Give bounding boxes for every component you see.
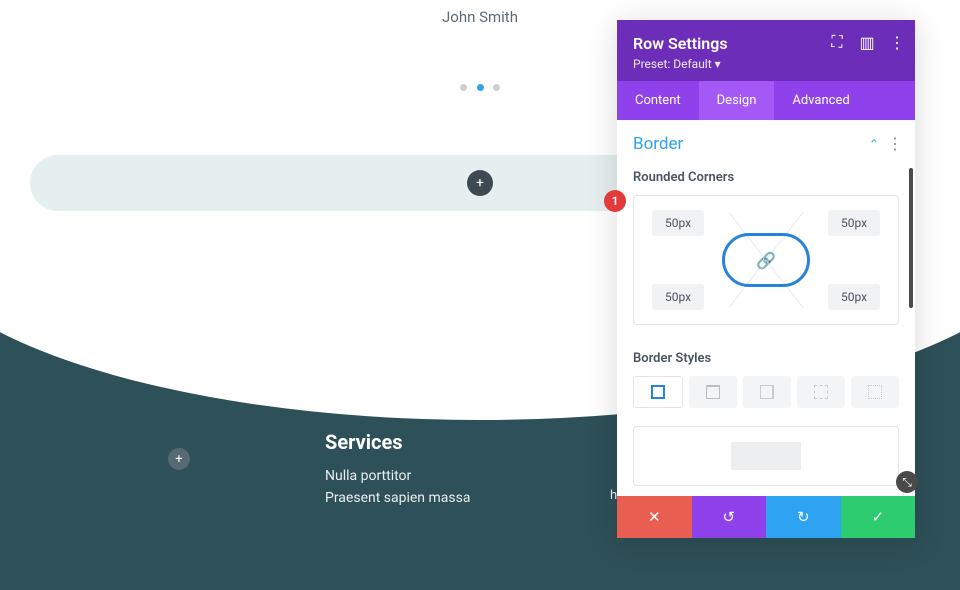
add-row-button[interactable]: + — [467, 170, 493, 196]
corner-tl-input[interactable] — [652, 210, 704, 236]
dot-active[interactable] — [477, 84, 484, 91]
link-icon[interactable]: 🔗 — [756, 251, 776, 270]
panel-scrollbar[interactable] — [909, 168, 913, 308]
border-styles-row — [617, 376, 915, 426]
add-module-button[interactable]: + — [168, 448, 190, 470]
services-block: Services Nulla porttitor Praesent sapien… — [325, 430, 470, 512]
corner-preview: 🔗 — [722, 233, 810, 287]
resize-handle-icon[interactable]: ⤡ — [896, 471, 918, 493]
preset-dropdown[interactable]: Preset: Default ▾ — [633, 57, 899, 71]
dot[interactable] — [460, 84, 467, 91]
rounded-corners-label: Rounded Corners — [617, 162, 915, 195]
panel-tabs: Content Design Advanced — [617, 81, 915, 120]
tab-advanced[interactable]: Advanced — [774, 81, 867, 120]
border-preview — [731, 442, 801, 470]
border-section-header[interactable]: Border ⌃ ⋮ — [617, 120, 915, 162]
expand-icon[interactable]: ⛶ — [829, 34, 845, 50]
corner-br-input[interactable] — [828, 284, 880, 310]
section-menu-icon[interactable]: ⋮ — [887, 134, 901, 153]
services-line: Nulla porttitor — [325, 468, 470, 484]
border-style-dashed[interactable] — [797, 376, 845, 408]
tab-content[interactable]: Content — [617, 81, 699, 120]
border-style-right[interactable] — [743, 376, 791, 408]
border-style-all[interactable] — [633, 376, 683, 408]
corner-bl-input[interactable] — [652, 284, 704, 310]
panel-actions: ✕ ↺ ↻ ✓ — [617, 496, 915, 538]
services-line: Praesent sapien massa — [325, 490, 470, 506]
border-width-control — [633, 426, 899, 486]
redo-button[interactable]: ↻ — [766, 496, 841, 538]
undo-button[interactable]: ↺ — [692, 496, 767, 538]
border-style-dotted[interactable] — [851, 376, 899, 408]
section-title-border: Border — [633, 134, 683, 154]
chevron-up-icon[interactable]: ⌃ — [869, 137, 879, 151]
menu-icon[interactable]: ⋮ — [889, 34, 905, 50]
settings-panel: Row Settings Preset: Default ▾ ⛶ ▥ ⋮ Con… — [617, 20, 915, 538]
border-style-top[interactable] — [689, 376, 737, 408]
tab-design[interactable]: Design — [699, 81, 775, 120]
annotation-badge-1: 1 — [604, 190, 626, 212]
dot[interactable] — [493, 84, 500, 91]
rounded-corners-control: 🔗 — [633, 195, 899, 325]
save-button[interactable]: ✓ — [841, 496, 916, 538]
columns-icon[interactable]: ▥ — [859, 34, 875, 50]
corner-tr-input[interactable] — [828, 210, 880, 236]
border-styles-label: Border Styles — [617, 343, 915, 376]
services-heading: Services — [325, 430, 470, 454]
panel-header: Row Settings Preset: Default ▾ ⛶ ▥ ⋮ — [617, 20, 915, 81]
discard-button[interactable]: ✕ — [617, 496, 692, 538]
